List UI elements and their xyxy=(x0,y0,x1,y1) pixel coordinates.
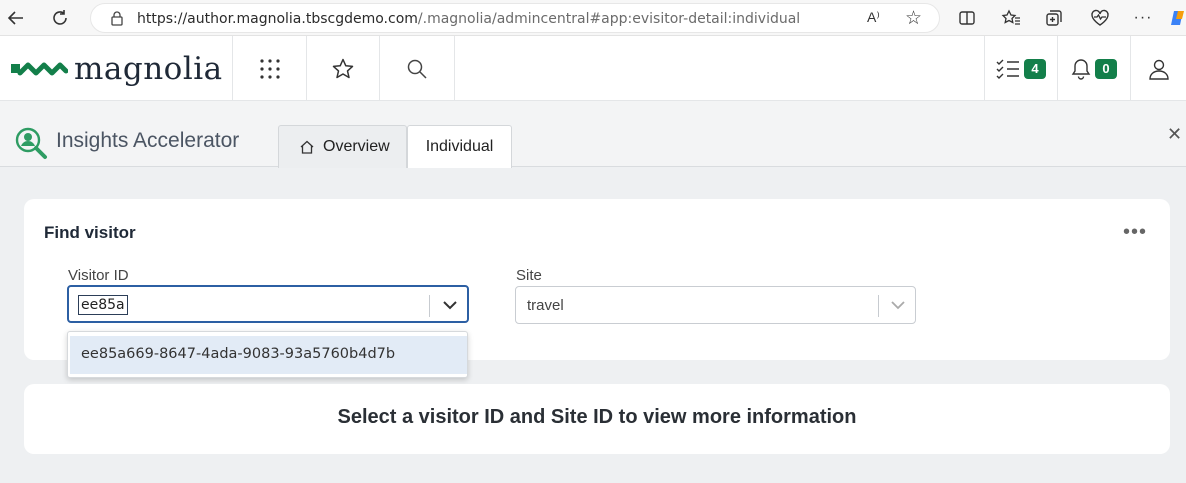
notifications-button[interactable]: 0 xyxy=(1057,36,1130,101)
split-screen-icon[interactable] xyxy=(955,6,979,30)
favorites-icon[interactable] xyxy=(999,6,1023,30)
star-icon xyxy=(332,58,354,78)
dropdown-option[interactable]: ee85a669-8647-4ada-9083-93a5760b4d7b xyxy=(70,336,467,374)
visitor-id-input[interactable]: ee85a xyxy=(78,295,128,315)
more-options-icon[interactable]: ••• xyxy=(1123,221,1147,244)
info-card: Select a visitor ID and Site ID to view … xyxy=(24,384,1170,454)
site-label: Site xyxy=(516,267,542,284)
browser-menu-icon[interactable]: ··· xyxy=(1131,6,1155,30)
back-arrow-icon[interactable] xyxy=(4,6,28,30)
site-value: travel xyxy=(527,297,564,314)
visitor-id-label: Visitor ID xyxy=(68,267,129,284)
insights-app-icon xyxy=(15,127,47,159)
chevron-down-icon[interactable] xyxy=(886,293,910,317)
search-button[interactable] xyxy=(379,36,454,101)
read-aloud-icon[interactable]: A⁾ xyxy=(867,9,880,26)
app-launcher-button[interactable] xyxy=(232,36,306,101)
tasks-button[interactable]: 4 xyxy=(984,36,1057,101)
grid-icon xyxy=(259,58,280,79)
visitor-id-combobox[interactable]: ee85a xyxy=(67,285,469,323)
header-divider xyxy=(454,36,455,101)
visitor-id-dropdown: ee85a669-8647-4ada-9083-93a5760b4d7b xyxy=(67,331,468,378)
url-text: https://author.magnolia.tbscgdemo.com/.m… xyxy=(137,11,801,27)
tab-individual-label: Individual xyxy=(425,138,494,155)
browser-toolbar: https://author.magnolia.tbscgdemo.com/.m… xyxy=(0,0,1186,36)
favorite-star-icon[interactable]: ☆ xyxy=(905,7,922,30)
bell-icon xyxy=(1071,58,1091,80)
magnolia-logo[interactable]: magnolia xyxy=(10,51,223,87)
tasks-icon xyxy=(996,59,1019,79)
chevron-down-icon[interactable] xyxy=(438,293,462,317)
home-icon xyxy=(300,140,314,154)
app-header: magnolia 4 0 xyxy=(0,36,1186,101)
close-app-icon[interactable]: ✕ xyxy=(1167,124,1182,145)
user-icon xyxy=(1148,59,1169,80)
combo-separator xyxy=(878,295,879,317)
app-title: Insights Accelerator xyxy=(56,129,240,152)
site-combobox[interactable]: travel xyxy=(515,286,916,324)
logo-text: magnolia xyxy=(74,51,223,87)
tab-overview[interactable]: Overview xyxy=(278,125,407,168)
notifications-count-badge: 0 xyxy=(1095,58,1117,79)
favorites-button[interactable] xyxy=(306,36,379,101)
user-menu-button[interactable] xyxy=(1130,36,1186,101)
copilot-icon[interactable] xyxy=(1170,6,1186,30)
info-message: Select a visitor ID and Site ID to view … xyxy=(337,406,857,428)
lock-icon xyxy=(111,11,123,26)
tasks-count-badge: 4 xyxy=(1024,58,1046,79)
card-title: Find visitor xyxy=(44,223,136,242)
tab-individual[interactable]: Individual xyxy=(407,125,512,168)
health-icon[interactable] xyxy=(1088,6,1112,30)
tab-overview-label: Overview xyxy=(323,138,390,155)
collections-icon[interactable] xyxy=(1042,6,1066,30)
magnolia-logo-mark-icon xyxy=(11,62,68,76)
search-icon xyxy=(407,59,427,79)
combo-separator xyxy=(429,295,430,317)
address-bar[interactable]: https://author.magnolia.tbscgdemo.com/.m… xyxy=(90,3,940,33)
refresh-icon[interactable] xyxy=(48,6,72,30)
app-tabbar: Insights Accelerator Overview Individual… xyxy=(0,101,1186,168)
